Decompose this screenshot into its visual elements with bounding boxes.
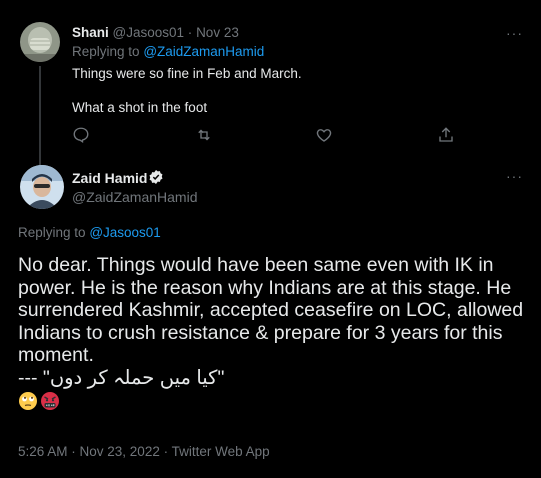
- share-icon[interactable]: [437, 126, 455, 144]
- main-tweet-urdu-line: "کیا میں حملہ کر دوں" ---: [18, 366, 225, 389]
- avatar-zaid-hamid[interactable]: [20, 165, 64, 209]
- reply-replying-to: Replying to @ZaidZamanHamid: [72, 44, 264, 59]
- verified-badge-icon: [148, 169, 164, 190]
- reply-separator: ·: [187, 25, 193, 40]
- reply-tweet-text-line2: What a shot in the foot: [72, 100, 208, 115]
- main-author-name[interactable]: Zaid Hamid: [72, 170, 147, 186]
- reply-tweet-header: Shani @Jasoos01 · Nov 23: [72, 25, 239, 40]
- reply-action-bar: [72, 126, 512, 146]
- main-replying-to: Replying to @Jasoos01: [18, 225, 161, 240]
- face-with-symbols-on-mouth-icon: [40, 391, 60, 411]
- face-with-rolling-eyes-icon: [18, 391, 38, 411]
- avatar-shani[interactable]: [20, 22, 60, 62]
- reply-replying-prefix: Replying to: [72, 44, 140, 59]
- main-more-button[interactable]: ···: [506, 168, 523, 184]
- reply-date[interactable]: Nov 23: [196, 25, 239, 40]
- like-icon[interactable]: [315, 126, 333, 144]
- main-author-handle[interactable]: @ZaidZamanHamid: [72, 189, 197, 205]
- main-tweet-timestamp[interactable]: 5:26 AM · Nov 23, 2022 · Twitter Web App: [18, 444, 270, 459]
- retweet-icon[interactable]: [195, 126, 213, 144]
- main-tweet-body: No dear. Things would have been same eve…: [18, 254, 533, 412]
- main-replying-handle-link[interactable]: @Jasoos01: [89, 225, 161, 240]
- main-tweet-text: No dear. Things would have been same eve…: [18, 254, 524, 366]
- reply-author-name[interactable]: Shani: [72, 25, 109, 40]
- main-replying-prefix: Replying to: [18, 225, 86, 240]
- reply-icon[interactable]: [72, 126, 90, 144]
- thread-line: [39, 66, 41, 166]
- main-tweet-emojis: [18, 389, 533, 412]
- reply-replying-handle-link[interactable]: @ZaidZamanHamid: [143, 44, 264, 59]
- reply-tweet-text-line1: Things were so fine in Feb and March.: [72, 66, 302, 81]
- reply-author-handle[interactable]: @Jasoos01: [113, 25, 185, 40]
- reply-more-button[interactable]: ···: [506, 25, 523, 41]
